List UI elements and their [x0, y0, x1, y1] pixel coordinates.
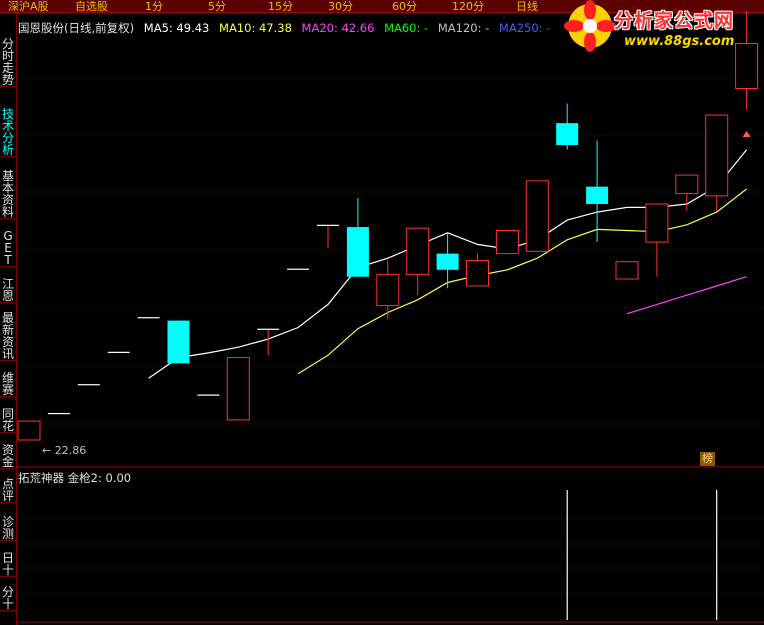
- indicator-label: 拓荒神器 金枪2: 0.00: [18, 471, 132, 485]
- candle-body: [376, 273, 400, 307]
- candle-4[interactable]: [137, 317, 160, 319]
- candlestick-chart[interactable]: [0, 0, 764, 625]
- site-logo: 分析家公式网 www.88gs.com: [562, 0, 764, 56]
- candle-11[interactable]: [346, 198, 369, 277]
- logo-title: 分析家公式网: [614, 10, 735, 32]
- candle-body: [346, 227, 369, 277]
- low-price-label: ← 22.86: [42, 444, 87, 457]
- rank-badge[interactable]: 榜: [700, 452, 715, 466]
- candle-body: [675, 174, 699, 195]
- candle-23[interactable]: [705, 114, 729, 211]
- candle-body: [167, 320, 190, 364]
- candle-body: [77, 384, 100, 386]
- candle-body: [107, 351, 130, 353]
- candle-18[interactable]: [556, 103, 579, 150]
- candle-body: [645, 203, 669, 243]
- candle-body: [257, 328, 280, 330]
- candle-15[interactable]: [466, 253, 489, 287]
- logo-url: www.88gs.com: [624, 34, 735, 49]
- candle-21[interactable]: [645, 203, 669, 277]
- candle-22[interactable]: [675, 174, 699, 211]
- candle-12[interactable]: [376, 260, 400, 320]
- candle-0[interactable]: [17, 420, 41, 441]
- candle-8[interactable]: [257, 328, 280, 356]
- candle-body: [436, 253, 459, 270]
- candle-body: [495, 230, 519, 255]
- candle-6[interactable]: [197, 394, 220, 396]
- logo-emblem-icon: [564, 0, 616, 52]
- candle-body: [525, 180, 549, 252]
- candle-body: [705, 114, 729, 197]
- candle-13[interactable]: [406, 227, 430, 296]
- candle-17[interactable]: [525, 180, 549, 252]
- candle-body: [406, 227, 430, 275]
- candle-body: [466, 260, 489, 287]
- candle-body: [317, 224, 339, 226]
- candle-19[interactable]: [586, 140, 609, 243]
- candle-body: [586, 186, 609, 204]
- candle-16[interactable]: [495, 230, 519, 255]
- candle-1[interactable]: [47, 412, 70, 415]
- candle-body: [17, 420, 41, 441]
- candle-10[interactable]: [317, 224, 339, 248]
- candle-body: [47, 412, 70, 415]
- ma10-line: [297, 188, 747, 375]
- ma20-line: [626, 276, 747, 315]
- candle-9[interactable]: [287, 268, 310, 270]
- candle-14[interactable]: [436, 232, 459, 289]
- candle-body: [615, 261, 639, 280]
- candle-body: [287, 268, 310, 270]
- candle-5[interactable]: [167, 320, 190, 364]
- candle-20[interactable]: [615, 261, 639, 280]
- high-marker-icon: [742, 131, 751, 137]
- candle-3[interactable]: [107, 351, 130, 353]
- candle-body: [556, 123, 579, 146]
- candle-7[interactable]: [226, 357, 250, 421]
- candle-body: [226, 357, 250, 421]
- candle-body: [137, 317, 160, 319]
- candle-2[interactable]: [77, 384, 100, 386]
- candle-body: [197, 394, 220, 396]
